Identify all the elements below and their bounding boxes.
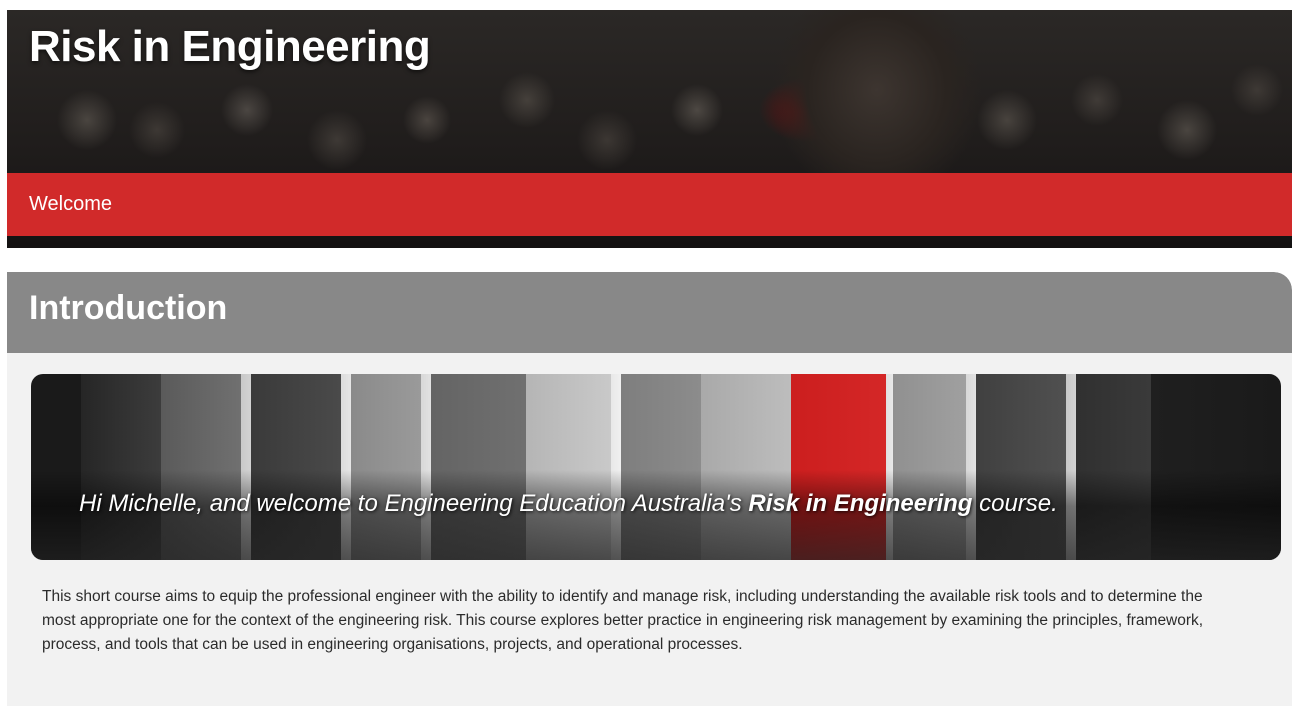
- section-title: Introduction: [29, 289, 228, 327]
- banner-course-name: Risk in Engineering: [748, 490, 973, 517]
- section-header: Introduction: [7, 272, 1292, 353]
- hero-banner: Risk in Engineering Welcome: [7, 10, 1292, 248]
- welcome-bar: Welcome: [7, 173, 1292, 236]
- banner-welcome-text: Hi Michelle, and welcome to Engineering …: [79, 490, 1058, 518]
- doors-banner-image: Hi Michelle, and welcome to Engineering …: [31, 374, 1281, 560]
- intro-paragraph: This short course aims to equip the prof…: [42, 588, 1204, 653]
- welcome-link[interactable]: Welcome: [29, 193, 112, 216]
- introduction-section: Introduction Hi Michelle, and welcome to…: [7, 272, 1292, 706]
- course-title: Risk in Engineering: [29, 22, 431, 71]
- banner-suffix: course.: [979, 490, 1058, 517]
- banner-greeting: Hi Michelle, and welcome to Engineering …: [79, 490, 742, 517]
